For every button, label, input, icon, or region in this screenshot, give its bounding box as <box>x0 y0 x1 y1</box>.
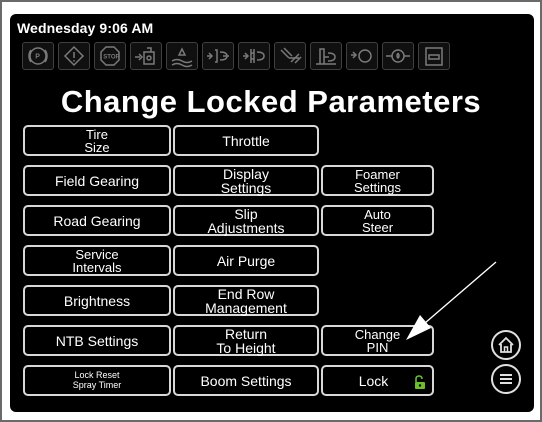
boom-settings-button[interactable]: Boom Settings <box>173 365 319 396</box>
lock-reset-spray-timer-button[interactable]: Lock Reset Spray Timer <box>23 365 171 396</box>
end-row-management-button[interactable]: End Row Management <box>173 285 319 316</box>
throttle-button[interactable]: Throttle <box>173 125 319 156</box>
return-to-height-button[interactable]: Return To Height <box>173 325 319 356</box>
warning-icon <box>58 42 90 70</box>
return-to-height-label: Return To Height <box>216 325 276 356</box>
slip-adjustments-label: Slip Adjustments <box>207 205 285 236</box>
lock-reset-spray-timer-label: Lock Reset Spray Timer <box>72 369 122 390</box>
stop-icon: STOP <box>94 42 126 70</box>
battery-icon <box>418 42 450 70</box>
menu-button[interactable] <box>491 364 521 394</box>
lock-button[interactable]: Lock <box>321 365 434 396</box>
air-purge-label: Air Purge <box>216 252 276 269</box>
home-icon <box>498 336 514 353</box>
foamer-settings-button[interactable]: Foamer Settings <box>321 165 434 196</box>
lock-label: Lock <box>358 372 389 389</box>
tire-size-button[interactable]: Tire Size <box>23 125 171 156</box>
date-time: Wednesday 9:06 AM <box>17 20 154 36</box>
boom-settings-label: Boom Settings <box>200 372 292 389</box>
home-button[interactable] <box>491 330 521 360</box>
field-gearing-label: Field Gearing <box>54 172 140 189</box>
tire-size-label: Tire Size <box>84 126 110 155</box>
foamer-settings-label: Foamer Settings <box>354 166 401 195</box>
auto-steer-label: Auto Steer <box>361 206 394 235</box>
park-icon: P <box>22 42 54 70</box>
menu-icon <box>500 374 512 384</box>
boom-icon <box>310 42 342 70</box>
unlocked-padlock-icon <box>415 375 425 389</box>
page-title: Change Locked Parameters <box>60 84 482 119</box>
ntb-settings-label: NTB Settings <box>55 332 139 349</box>
air-purge-button[interactable]: Air Purge <box>173 245 319 276</box>
status-icon-bar: P STOP <box>22 42 526 72</box>
service-intervals-button[interactable]: Service Intervals <box>23 245 171 276</box>
water-icon <box>166 42 198 70</box>
ntb-settings-button[interactable]: NTB Settings <box>23 325 171 356</box>
implement-icon <box>130 42 162 70</box>
display-settings-button[interactable]: Display Settings <box>173 165 319 196</box>
change-pin-label: Change PIN <box>354 326 401 355</box>
svg-text:STOP: STOP <box>103 55 119 61</box>
engine-icon <box>346 42 378 70</box>
road-gearing-button[interactable]: Road Gearing <box>23 205 171 236</box>
end-row-management-label: End Row Management <box>205 285 287 316</box>
brightness-button[interactable]: Brightness <box>23 285 171 316</box>
field-gearing-button[interactable]: Field Gearing <box>23 165 171 196</box>
svg-text:P: P <box>35 54 40 61</box>
hydraulic-icon <box>238 42 270 70</box>
oil-pressure-icon <box>382 42 414 70</box>
service-intervals-label: Service Intervals <box>72 246 122 275</box>
auto-steer-button[interactable]: Auto Steer <box>321 205 434 236</box>
throttle-label: Throttle <box>222 132 270 149</box>
slip-adjustments-button[interactable]: Slip Adjustments <box>173 205 319 236</box>
brightness-label: Brightness <box>63 292 131 309</box>
hitch-icon <box>202 42 234 70</box>
steering-icon <box>274 42 306 70</box>
display-settings-label: Display Settings <box>220 165 272 196</box>
change-pin-button[interactable]: Change PIN <box>321 325 434 356</box>
road-gearing-label: Road Gearing <box>53 212 141 229</box>
